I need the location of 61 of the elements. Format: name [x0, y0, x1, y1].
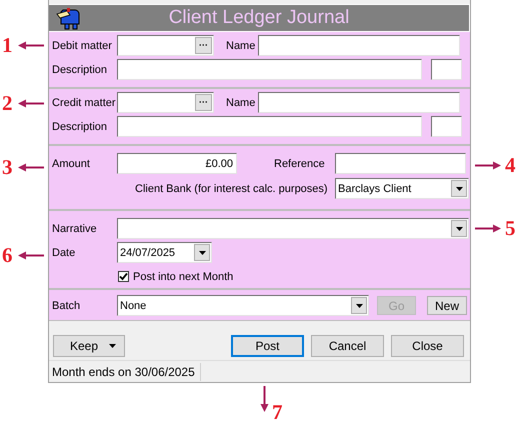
- dialog-button[interactable]: Post: [231, 334, 304, 356]
- caret-icon: [198, 250, 206, 254]
- checkbox[interactable]: [118, 271, 129, 282]
- dropdown-button[interactable]: [451, 220, 467, 237]
- caret-icon: [456, 226, 462, 230]
- caret-icon: [109, 344, 116, 348]
- keep-button[interactable]: Keep: [53, 334, 125, 356]
- field-label: Credit matter: [52, 96, 117, 108]
- field-label: Description: [52, 64, 108, 76]
- callout-arrow: [18, 40, 44, 50]
- callout-number: 5: [505, 216, 516, 240]
- callout-arrow: [18, 162, 44, 172]
- description-field[interactable]: [117, 116, 422, 137]
- field-label: Reference: [274, 158, 326, 170]
- narrative-combo[interactable]: [117, 218, 469, 239]
- callout-arrow: [18, 250, 44, 260]
- field-label: Debit matter: [52, 40, 113, 52]
- field-label: Name: [226, 40, 256, 52]
- batch-combo[interactable]: None: [117, 295, 369, 316]
- callout-number: 3: [2, 155, 12, 179]
- callout-arrow: [260, 386, 269, 412]
- field-label: Amount: [52, 158, 91, 170]
- field-label: Narrative: [52, 222, 98, 234]
- date-combo[interactable]: 24/07/2025: [117, 242, 212, 263]
- field-label: Date: [52, 246, 76, 258]
- field-label: Batch: [52, 300, 82, 312]
- lookup-button[interactable]: ···: [195, 94, 212, 111]
- field-label: Description: [52, 120, 108, 132]
- dropdown-button[interactable]: [451, 180, 467, 197]
- reference-field[interactable]: [335, 153, 466, 174]
- dropdown-button[interactable]: [194, 244, 210, 261]
- callout-number: 1: [2, 33, 12, 57]
- lookup-button[interactable]: ···: [195, 37, 212, 54]
- description-field[interactable]: [117, 59, 422, 80]
- mailbox-icon: [55, 6, 81, 30]
- callout-number: 6: [2, 243, 12, 267]
- amount-field[interactable]: £0.00: [117, 153, 237, 174]
- caret-icon: [456, 186, 462, 190]
- dropdown-button[interactable]: [351, 297, 367, 314]
- field-label: Name: [226, 96, 256, 108]
- name-field[interactable]: [258, 35, 460, 56]
- field-label: Client Bank (for interest calc. purposes): [135, 182, 329, 194]
- callout-number: 4: [505, 153, 516, 177]
- dialog-button[interactable]: Cancel: [311, 334, 384, 356]
- status-text: Month ends on 30/06/2025: [49, 362, 201, 380]
- batch-button[interactable]: New: [427, 296, 467, 315]
- callout-arrow: [18, 98, 44, 108]
- dialog-button[interactable]: Close: [391, 334, 464, 356]
- code-field[interactable]: [431, 116, 462, 137]
- name-field[interactable]: [258, 92, 460, 113]
- matter-field[interactable]: ···: [117, 92, 214, 113]
- caret-icon: [356, 304, 362, 308]
- window-title: Client Ledger Journal: [168, 7, 350, 29]
- checkbox-label: Post into next Month: [133, 270, 234, 282]
- code-field[interactable]: [431, 59, 462, 80]
- callout-number: 7: [272, 402, 282, 422]
- callout-arrow: [475, 224, 501, 232]
- callout-number: 2: [2, 91, 12, 115]
- callout-arrow: [475, 160, 501, 170]
- matter-field[interactable]: ···: [117, 35, 214, 56]
- bank-combo[interactable]: Barclays Client: [335, 178, 469, 199]
